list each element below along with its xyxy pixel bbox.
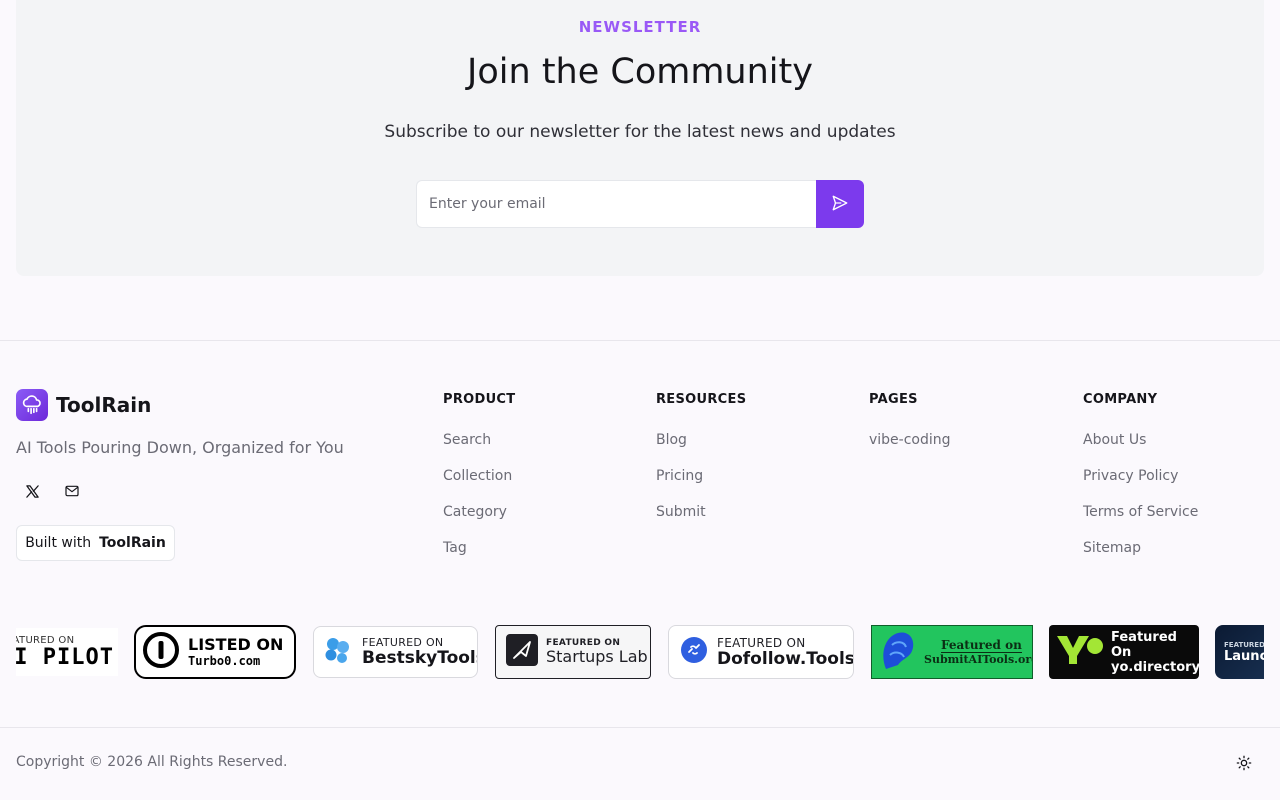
column-title: COMPANY [1083, 392, 1158, 407]
footer-link-pricing[interactable]: Pricing [656, 468, 746, 504]
footer-link-category[interactable]: Category [443, 504, 515, 540]
footer-column-resources: RESOURCES Blog Pricing Submit [656, 392, 746, 540]
badge-turbo0-big: Turbo0.com [188, 653, 261, 668]
badge-launch-small: FEATURED ON [1224, 640, 1264, 649]
footer-link-blog[interactable]: Blog [656, 432, 746, 468]
newsletter-subtitle: Subscribe to our newsletter for the late… [384, 122, 896, 142]
badge-launch-big: Launch [1224, 648, 1264, 664]
badge-bestsky-big: BestskyTools [362, 648, 478, 669]
bestsky-logo-icon [322, 634, 354, 670]
badge-yo-big: yo.directory [1111, 659, 1199, 675]
sun-icon [1236, 755, 1252, 774]
subscribe-button[interactable] [816, 180, 864, 228]
badge-bestsky[interactable]: FEATURED ON BestskyTools [313, 626, 478, 678]
theme-toggle-button[interactable] [1232, 752, 1256, 776]
badge-aipilot-big: AI PILOT [16, 644, 114, 670]
brand-tagline: AI Tools Pouring Down, Organized for You [16, 438, 344, 457]
badge-submitaitools[interactable]: Featured on SubmitAITools.org [871, 625, 1033, 679]
startups-lab-logo-icon [506, 634, 538, 670]
footer-link-about[interactable]: About Us [1083, 432, 1198, 468]
cloud-rain-icon [16, 389, 48, 421]
badge-startups-lab[interactable]: FEATURED ON Startups Lab [495, 625, 651, 679]
column-title: PAGES [869, 392, 918, 407]
brand-name: ToolRain [56, 393, 152, 417]
footer-brand[interactable]: ToolRain [16, 389, 151, 421]
featured-badges-strip: FEATURED ON AI PILOT LISTED ON Turbo0.co… [16, 624, 1264, 680]
submitai-logo-icon [876, 626, 920, 678]
mail-icon [64, 483, 80, 503]
column-title: PRODUCT [443, 392, 516, 407]
badge-turbo0-small: LISTED ON [188, 635, 284, 655]
badge-startups-big: Startups Lab [546, 647, 648, 667]
dofollow-logo-icon [681, 637, 707, 667]
newsletter-eyebrow: NEWSLETTER [16, 18, 1264, 36]
badge-dofollow[interactable]: FEATURED ON Dofollow.Tools [668, 625, 854, 679]
footer-link-terms[interactable]: Terms of Service [1083, 504, 1198, 540]
email-link[interactable] [56, 478, 88, 508]
footer-column-company: COMPANY About Us Privacy Policy Terms of… [1083, 392, 1198, 576]
x-twitter-link[interactable] [16, 478, 48, 508]
badge-dofollow-big: Dofollow.Tools [717, 648, 854, 669]
badge-submitai-small: Featured on [941, 638, 1022, 653]
yo-directory-logo-icon [1055, 634, 1103, 670]
turbo0-logo-icon [142, 631, 180, 673]
column-title: RESOURCES [656, 392, 747, 407]
social-links [16, 478, 88, 508]
badge-turbo0[interactable]: LISTED ON Turbo0.com [134, 625, 296, 679]
newsletter-section: NEWSLETTER Join the Community Subscribe … [16, 0, 1264, 276]
footer-divider-bottom [0, 727, 1280, 728]
badge-yo-small: Featured On [1111, 629, 1177, 660]
footer-link-tag[interactable]: Tag [443, 540, 515, 576]
badge-submitai-big: SubmitAITools.org [924, 653, 1033, 666]
newsletter-form [416, 180, 864, 228]
built-with-brand: ToolRain [99, 535, 166, 551]
email-input[interactable] [416, 180, 816, 228]
send-icon [831, 194, 849, 215]
newsletter-title: Join the Community [467, 52, 813, 92]
footer-link-search[interactable]: Search [443, 432, 515, 468]
footer-link-privacy[interactable]: Privacy Policy [1083, 468, 1198, 504]
footer-column-pages: PAGES vibe-coding [869, 392, 951, 468]
footer-column-product: PRODUCT Search Collection Category Tag [443, 392, 515, 576]
badge-dofollow-small: FEATURED ON [717, 635, 806, 650]
footer-link-sitemap[interactable]: Sitemap [1083, 540, 1198, 576]
built-with-badge[interactable]: Built with ToolRain [16, 525, 175, 561]
built-with-label: Built with [25, 535, 92, 551]
footer-link-collection[interactable]: Collection [443, 468, 515, 504]
footer-link-submit[interactable]: Submit [656, 504, 746, 540]
badge-aipilot[interactable]: FEATURED ON AI PILOT [16, 628, 118, 676]
badge-launch[interactable]: FEATURED ON Launch [1215, 625, 1264, 679]
x-twitter-icon [25, 484, 40, 503]
footer-divider-top [0, 340, 1280, 341]
footer-link-vibe-coding[interactable]: vibe-coding [869, 432, 951, 468]
badge-yo-directory[interactable]: Featured On yo.directory [1049, 625, 1199, 679]
copyright-text: Copyright © 2026 All Rights Reserved. [16, 754, 288, 770]
